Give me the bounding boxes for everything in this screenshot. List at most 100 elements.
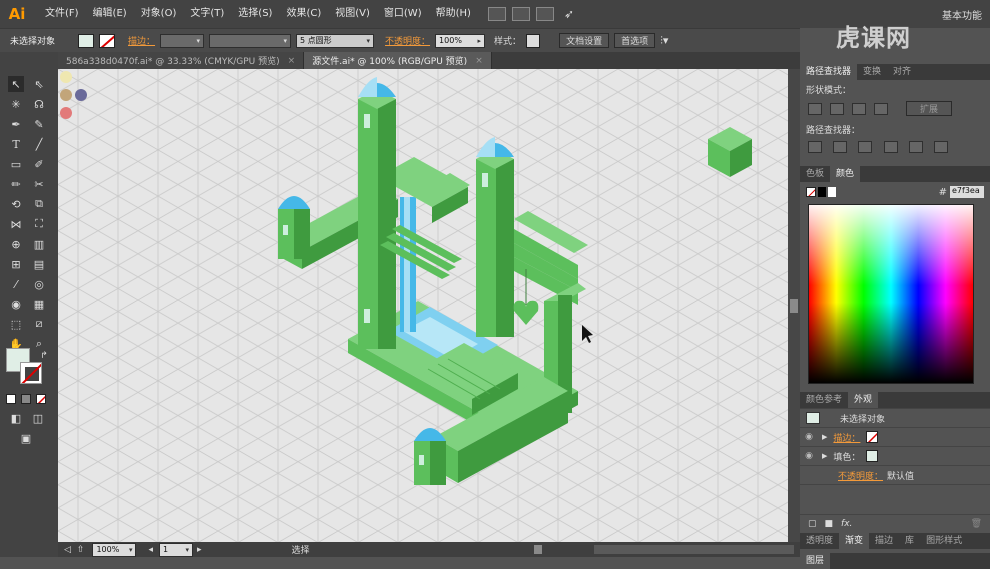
scroll-thumb[interactable] [790,299,798,313]
gradient-tool-icon[interactable]: ▤ [31,256,47,272]
stroke-row[interactable]: ◉ ▶ 描边： [800,427,990,446]
none-swatch[interactable] [806,187,816,197]
pencil-icon[interactable]: ✏ [8,176,24,192]
brush-dropdown[interactable]: 5 点圆形 ▾ [296,33,375,48]
opacity-row[interactable]: 不透明度： 默认值 [800,465,990,484]
screen-mode-icon[interactable]: ▣ [18,430,34,446]
horizontal-scrollbar[interactable] [534,545,794,554]
workspace-switcher[interactable]: 基本功能 [942,7,982,22]
rectangle-tool-icon[interactable]: ▭ [8,156,24,172]
intersect-icon[interactable] [852,102,866,115]
stroke-label[interactable]: 描边： [128,34,155,47]
close-icon[interactable]: × [288,56,296,66]
menu-help[interactable]: 帮助(H) [429,0,478,28]
eye-icon[interactable]: ◉ [800,432,818,442]
style-swatch[interactable] [526,33,541,48]
opacity-label[interactable]: 不透明度： [385,34,430,47]
expand-arrow-icon[interactable]: ▶ [822,433,827,441]
color-mode-icon[interactable] [6,394,16,404]
tab-transparency[interactable]: 透明度 [800,533,839,549]
scissors-icon[interactable]: ✂ [31,176,47,192]
variable-width-dropdown[interactable]: ▾ [209,33,292,48]
pen-tool-icon[interactable]: ✒ [8,116,24,132]
tab-transform[interactable]: 变换 [857,64,887,80]
mesh-tool-icon[interactable]: ⊞ [8,256,24,272]
tab-document-2[interactable]: 源文件.ai* @ 100% (RGB/GPU 预览) × [304,52,492,69]
fill-swatch[interactable] [866,450,879,462]
align-options-icon[interactable]: ⫶▾ [660,34,668,48]
stock-icon[interactable] [511,7,530,21]
hex-input[interactable]: e7f3ea [950,186,984,198]
tab-libraries[interactable]: 库 [899,533,920,549]
tab-layers[interactable]: 图层 [800,553,831,569]
draw-mode-icon[interactable]: ◧ [8,410,24,426]
stroke-weight-dropdown[interactable]: ▾ [160,33,205,48]
none-mode-icon[interactable] [36,394,46,404]
document-setup-button[interactable]: 文档设置 [559,33,610,48]
export-icon[interactable]: ⇧ [77,545,85,555]
expand-arrow-icon[interactable]: ▶ [822,452,827,460]
artboard-canvas[interactable] [58,69,788,542]
selection-tool-icon[interactable]: ↖ [8,76,24,92]
tab-graphic-styles[interactable]: 图形样式 [920,533,968,549]
slice-tool-icon[interactable]: ⧄ [31,316,47,332]
menu-object[interactable]: 对象(O) [134,0,184,28]
width-tool-icon[interactable]: ⋈ [8,216,24,232]
new-fill-icon[interactable]: ■ [825,519,834,529]
shape-builder-icon[interactable]: ⊕ [8,236,24,252]
tab-document-1[interactable]: 586a338d0470f.ai* @ 33.33% (CMYK/GPU 预览)… [58,52,305,69]
outline-icon[interactable] [908,141,923,153]
delete-icon[interactable]: 🗑 [971,519,982,529]
tab-align[interactable]: 对齐 [887,64,917,80]
menu-type[interactable]: 文字(T) [183,0,231,28]
menu-file[interactable]: 文件(F) [38,0,86,28]
bridge-icon[interactable] [487,7,506,21]
draw-inside-icon[interactable]: ◫ [30,410,46,426]
merge-icon[interactable] [858,141,873,153]
stroke-color-box[interactable] [20,362,42,384]
fill-swatch[interactable] [78,33,95,48]
sync-icon[interactable]: ➶ [564,7,574,21]
scroll-thumb[interactable] [534,545,542,554]
free-transform-icon[interactable]: ⛶ [31,216,47,232]
opacity-input[interactable]: 100% ▸ [435,33,486,48]
color-spectrum[interactable] [808,204,974,384]
menu-window[interactable]: 窗口(W) [377,0,429,28]
opacity-label[interactable]: 不透明度： [838,469,883,482]
line-tool-icon[interactable]: ╱ [31,136,47,152]
zoom-out-icon[interactable]: ◁ [64,545,71,555]
menu-select[interactable]: 选择(S) [231,0,279,28]
white-swatch[interactable] [828,187,836,197]
new-stroke-icon[interactable]: ▢ [808,519,817,529]
menu-view[interactable]: 视图(V) [328,0,377,28]
expand-button[interactable]: 扩展 [906,101,952,116]
tab-color[interactable]: 颜色 [830,166,861,182]
artboard-number[interactable]: 1 ▾ [159,542,193,557]
divide-icon[interactable] [808,141,822,153]
symbol-sprayer-icon[interactable]: ◉ [8,296,24,312]
eye-icon[interactable]: ◉ [800,451,818,461]
menu-edit[interactable]: 编辑(E) [86,0,134,28]
artboard-tool-icon[interactable]: ⬚ [8,316,24,332]
stroke-label[interactable]: 描边： [833,431,860,444]
minus-back-icon[interactable] [933,141,948,153]
eyedropper-icon[interactable]: ⁄ [8,276,24,292]
close-icon[interactable]: × [475,56,483,66]
scale-tool-icon[interactable]: ⧉ [31,196,47,212]
preferences-button[interactable]: 首选项 [614,33,656,48]
type-tool-icon[interactable]: T [8,136,24,152]
tab-gradient[interactable]: 渐变 [839,533,870,549]
next-artboard-icon[interactable]: ▸ [197,545,202,555]
swap-colors-icon[interactable]: ↱ [36,348,52,364]
curvature-tool-icon[interactable]: ✎ [31,116,47,132]
vertical-scrollbar[interactable] [788,69,800,542]
crop-icon[interactable] [883,141,898,153]
stroke-swatch[interactable] [99,33,116,48]
paintbrush-icon[interactable]: ✐ [31,156,47,172]
minus-front-icon[interactable] [830,102,844,115]
graph-tool-icon[interactable]: ▦ [31,296,47,312]
tab-stroke[interactable]: 描边 [869,533,899,549]
tab-pathfinder[interactable]: 路径查找器 [800,64,858,80]
tab-swatches[interactable]: 色板 [800,166,830,182]
rotate-tool-icon[interactable]: ⟲ [8,196,24,212]
